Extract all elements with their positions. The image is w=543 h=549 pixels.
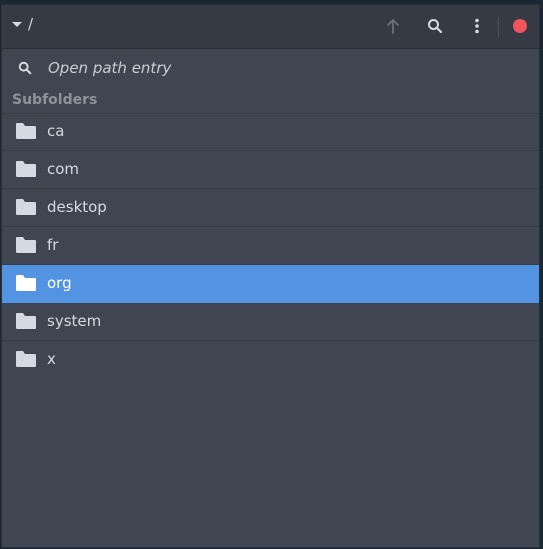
folder-icon [16,161,36,177]
header-bar: / [2,5,539,49]
folder-row-org[interactable]: org [2,265,539,303]
folder-label: org [47,274,72,292]
search-button[interactable] [420,11,450,41]
folder-row-system[interactable]: system [2,303,539,341]
folder-row-ca[interactable]: ca [2,113,539,151]
menu-button[interactable] [462,11,492,41]
current-path: / [28,15,34,33]
folder-icon [16,275,36,291]
search-icon [428,19,443,34]
folder-label: x [47,350,56,368]
folder-list: ca com desktop fr org system x [2,113,539,378]
folder-row-desktop[interactable]: desktop [2,189,539,227]
header-separator [498,17,499,37]
chevron-down-icon[interactable] [12,22,22,27]
folder-label: com [47,160,80,178]
folder-label: system [47,312,102,330]
folder-icon [16,351,36,367]
arrow-up-icon [387,19,399,34]
go-up-button[interactable] [378,11,408,41]
folder-row-com[interactable]: com [2,151,539,189]
subfolders-heading: Subfolders [2,87,539,114]
path-chooser-window: / Open path entry Subfolders ca com desk… [1,4,540,548]
path-entry-placeholder: Open path entry [48,59,172,77]
folder-icon [16,313,36,329]
more-vert-icon [475,18,479,34]
path-entry-field[interactable]: Open path entry [2,49,539,86]
search-icon [18,61,32,75]
folder-label: ca [47,122,65,140]
folder-row-fr[interactable]: fr [2,227,539,265]
section-title: Subfolders [12,92,98,108]
folder-icon [16,199,36,215]
page: / Open path entry Subfolders ca com desk… [0,0,543,549]
folder-icon [16,237,36,253]
close-icon[interactable] [513,19,527,33]
folder-icon [16,123,36,139]
folder-label: fr [47,236,59,254]
folder-row-x[interactable]: x [2,341,539,378]
folder-label: desktop [47,198,107,216]
